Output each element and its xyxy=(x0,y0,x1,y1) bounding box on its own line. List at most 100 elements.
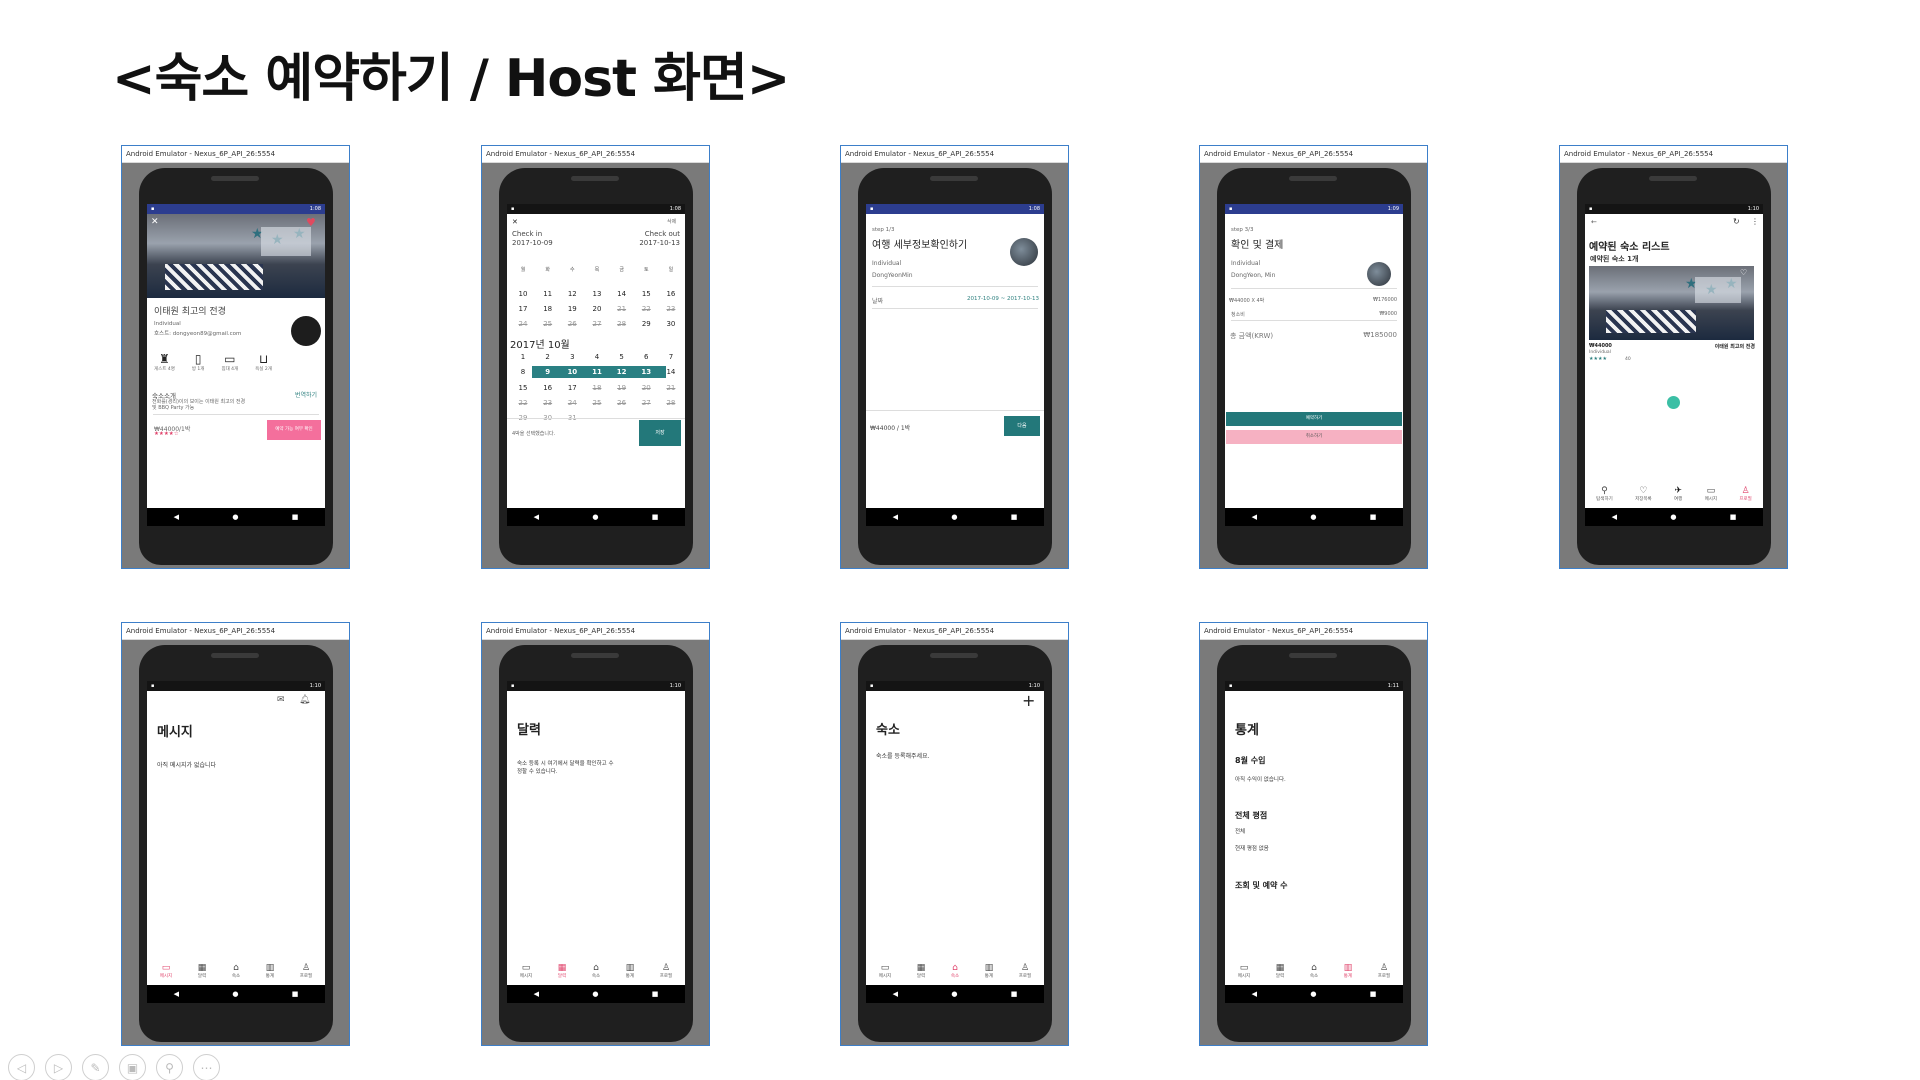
back-button[interactable]: ◀ xyxy=(893,513,898,521)
check-out-date[interactable]: 2017-10-13 xyxy=(639,239,680,247)
recent-button[interactable]: ■ xyxy=(292,513,299,521)
home-button[interactable]: ● xyxy=(951,513,957,521)
reserve-button[interactable]: 예약 가능 여부 확인 xyxy=(267,420,321,440)
recent-button[interactable]: ■ xyxy=(1370,513,1377,521)
reserve-button[interactable]: 예약하기 xyxy=(1226,412,1402,426)
listing-name: 이태원 최고의 전경 xyxy=(1714,344,1755,350)
next-slide-icon[interactable]: ▷ xyxy=(45,1054,72,1080)
recent-button[interactable]: ■ xyxy=(292,990,299,998)
tab-calendar[interactable]: ▦ 달력 xyxy=(1276,963,1285,979)
slides-overview-icon[interactable]: ▣ xyxy=(119,1054,146,1080)
tab-profile[interactable]: ♙ 프로필 xyxy=(1378,963,1390,979)
calendar-week-selected[interactable]: 8 9 10 11 12 13 14 xyxy=(513,368,681,376)
cancel-button[interactable]: 취소하기 xyxy=(1226,430,1402,444)
recent-button[interactable]: ■ xyxy=(652,513,659,521)
back-arrow-icon[interactable]: ← xyxy=(1591,218,1597,226)
listing-name: 이태원 최고의 전경 xyxy=(154,307,226,317)
tab-calendar[interactable]: ▦ 달력 xyxy=(917,963,926,979)
tab-profile[interactable]: ♙ 프로필 xyxy=(1019,963,1031,979)
tab-explore[interactable]: ⚲ 탐색하기 xyxy=(1596,486,1613,502)
recent-button[interactable]: ■ xyxy=(1730,513,1737,521)
recent-button[interactable]: ■ xyxy=(1370,990,1377,998)
tab-messages[interactable]: ▭ 메시지 xyxy=(520,963,532,979)
recent-button[interactable]: ■ xyxy=(1011,513,1018,521)
refresh-icon[interactable]: ↻ xyxy=(1733,217,1740,226)
heart-icon[interactable]: ♡ xyxy=(1740,268,1747,277)
home-button[interactable]: ● xyxy=(951,990,957,998)
home-button[interactable]: ● xyxy=(592,990,598,998)
screen-reserved-list: ▪ 1:10 ← ↻ ⋮ 예약된 숙소 리스트 예약된 숙소 1개 ★ ★ ★ ♡ ₩… xyxy=(1585,204,1763,526)
bell-icon[interactable]: 🔔︎ xyxy=(299,695,310,705)
home-button[interactable]: ● xyxy=(232,990,238,998)
tab-profile[interactable]: ♙ 프로필 xyxy=(300,963,312,979)
emulator-window-reserved-list: Android Emulator - Nexus_6P_API_26:5554 … xyxy=(1559,145,1788,569)
back-button[interactable]: ◀ xyxy=(534,990,539,998)
calendar-week[interactable]: 24 25 26 27 28 29 30 xyxy=(513,320,681,328)
emulator-title: Android Emulator - Nexus_6P_API_26:5554 xyxy=(841,623,1068,640)
tab-calendar[interactable]: ▦ 달력 xyxy=(198,963,207,979)
pen-icon[interactable]: ✎ xyxy=(82,1054,109,1080)
calendar-hint: 숙소 등록 시 여기에서 달력을 확인하고 수 xyxy=(517,761,614,767)
add-listing-button[interactable]: + xyxy=(1022,691,1035,710)
back-button[interactable]: ◀ xyxy=(174,513,179,521)
home-button[interactable]: ● xyxy=(232,513,238,521)
back-button[interactable]: ◀ xyxy=(1252,513,1257,521)
tab-messages[interactable]: ▭ 메시지 xyxy=(879,963,891,979)
tab-stats[interactable]: ▥ 통계 xyxy=(266,963,275,979)
listing-photo[interactable]: ★ ★ ★ xyxy=(1589,266,1754,340)
inbox-icon[interactable]: ✉ xyxy=(277,695,285,705)
next-button[interactable]: 다음 xyxy=(1004,416,1040,436)
tab-calendar[interactable]: ▦ 달력 xyxy=(558,963,567,979)
status-bar: ▪ 1:09 xyxy=(1225,204,1403,214)
tab-profile[interactable]: ♙ 프로필 xyxy=(660,963,672,979)
back-button[interactable]: ◀ xyxy=(893,990,898,998)
zoom-icon[interactable]: ⚲ xyxy=(156,1054,183,1080)
tab-listings[interactable]: ⌂ 숙소 xyxy=(1310,963,1318,979)
tab-listings[interactable]: ⌂ 숙소 xyxy=(232,963,240,979)
more-options-icon[interactable]: ⋯ xyxy=(193,1054,220,1080)
active-tab-indicator xyxy=(1667,396,1680,409)
clear-button[interactable]: 삭제 xyxy=(667,218,676,225)
calendar-week[interactable]: 1234567 xyxy=(513,353,681,361)
avatar[interactable] xyxy=(291,316,321,346)
calendar-week[interactable]: 10 11 12 13 14 15 16 xyxy=(513,290,681,298)
close-icon[interactable]: ✕ xyxy=(512,218,518,226)
calendar-week[interactable]: 17 18 19 20 21 22 23 xyxy=(513,305,681,313)
tab-stats[interactable]: ▥ 통계 xyxy=(1344,963,1353,979)
home-button[interactable]: ● xyxy=(1310,513,1316,521)
tab-trips[interactable]: ✈ 여행 xyxy=(1674,486,1682,502)
tab-profile[interactable]: ♙ 프로필 xyxy=(1739,486,1751,502)
search-icon: ⚲ xyxy=(1601,486,1608,496)
emulator-window-listing: Android Emulator - Nexus_6P_API_26:5554 … xyxy=(121,145,350,569)
date-range[interactable]: 2017-10-09 ~ 2017-10-13 xyxy=(967,296,1039,302)
translate-link[interactable]: 번역하기 xyxy=(295,390,317,399)
screen-host-calendar: ▪ 1:10 달력 숙소 등록 시 여기에서 달력을 확인하고 수 정할 수 있습… xyxy=(507,681,685,1003)
back-button[interactable]: ◀ xyxy=(174,990,179,998)
back-button[interactable]: ◀ xyxy=(1252,990,1257,998)
home-button[interactable]: ● xyxy=(592,513,598,521)
tab-messages[interactable]: ▭ 메시지 xyxy=(1238,963,1250,979)
home-button[interactable]: ● xyxy=(1670,513,1676,521)
message-icon: ▭ xyxy=(1239,963,1249,973)
back-button[interactable]: ◀ xyxy=(534,513,539,521)
save-button[interactable]: 저장 xyxy=(639,420,681,446)
total-value: ₩185000 xyxy=(1363,331,1397,339)
home-button[interactable]: ● xyxy=(1310,990,1316,998)
calendar-week[interactable]: 15 16 17 18 19 20 21 xyxy=(513,384,681,392)
previous-slide-icon[interactable]: ◁ xyxy=(8,1054,35,1080)
tab-listings[interactable]: ⌂ 숙소 xyxy=(951,963,959,979)
tab-messages[interactable]: ▭ 메시지 xyxy=(160,963,172,979)
recent-button[interactable]: ■ xyxy=(652,990,659,998)
heart-icon[interactable]: ♥ xyxy=(306,216,316,229)
tab-listings[interactable]: ⌂ 숙소 xyxy=(592,963,600,979)
back-button[interactable]: ◀ xyxy=(1612,513,1617,521)
tab-stats[interactable]: ▥ 통계 xyxy=(626,963,635,979)
calendar-week[interactable]: 22 23 24 25 26 27 28 xyxy=(513,399,681,407)
more-icon[interactable]: ⋮ xyxy=(1751,217,1759,226)
tab-stats[interactable]: ▥ 통계 xyxy=(985,963,994,979)
close-icon[interactable]: ✕ xyxy=(151,217,159,227)
tab-saved[interactable]: ♡ 저장목록 xyxy=(1635,486,1652,502)
check-in-date[interactable]: 2017-10-09 xyxy=(512,239,553,247)
tab-messages[interactable]: ▭ 메시지 xyxy=(1705,486,1717,502)
recent-button[interactable]: ■ xyxy=(1011,990,1018,998)
